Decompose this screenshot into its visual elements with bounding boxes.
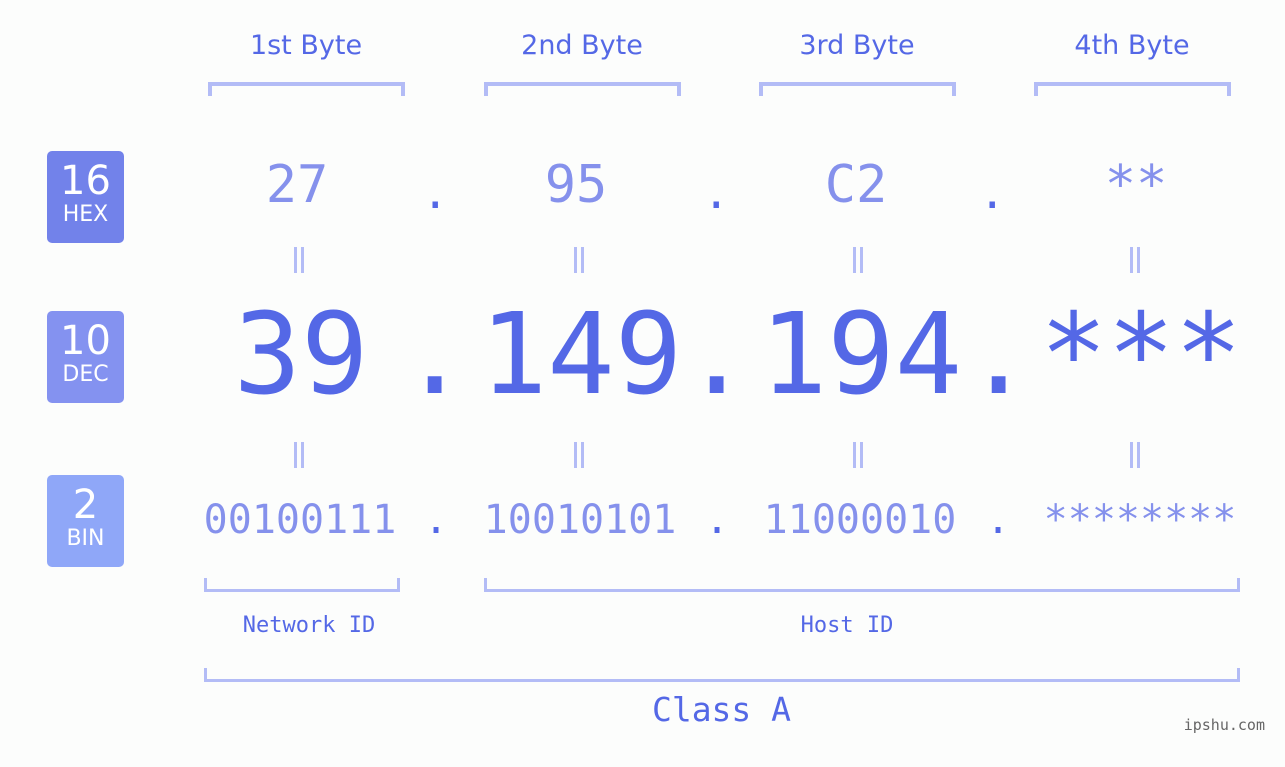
byte-header-1: 1st Byte <box>249 30 363 61</box>
network-id-label: Network ID <box>242 613 376 638</box>
hex-byte-2: 95 <box>544 155 608 215</box>
equals-icon <box>292 247 306 273</box>
bin-separator-2: . <box>705 497 730 543</box>
equals-icon <box>1128 442 1142 468</box>
bin-byte-3: 11000010 <box>763 497 957 543</box>
dec-label: DEC <box>62 362 109 387</box>
host-bracket <box>484 578 1240 592</box>
equals-icon <box>1128 247 1142 273</box>
bin-separator-3: . <box>986 497 1011 543</box>
byte-header-3: 3rd Byte <box>799 30 915 61</box>
equals-icon <box>572 442 586 468</box>
hex-byte-4: ** <box>1104 155 1168 215</box>
byte-bracket-1 <box>208 82 405 96</box>
dec-byte-1: 39 <box>233 290 369 420</box>
byte-header-2: 2nd Byte <box>521 30 643 61</box>
hex-base: 16 <box>60 158 111 204</box>
dec-separator-3: . <box>965 290 1033 420</box>
byte-bracket-2 <box>484 82 681 96</box>
bin-byte-4: ******** <box>1043 497 1237 543</box>
dec-byte-4: *** <box>1039 290 1243 420</box>
dec-byte-3: 194 <box>759 290 963 420</box>
network-bracket <box>204 578 400 592</box>
dec-separator-1: . <box>401 290 469 420</box>
equals-icon <box>292 442 306 468</box>
watermark: ipshu.com <box>1183 716 1265 734</box>
dec-byte-2: 149 <box>479 290 683 420</box>
dec-base: 10 <box>60 318 111 364</box>
hex-byte-1: 27 <box>265 155 329 215</box>
equals-icon <box>572 247 586 273</box>
hex-separator-3: . <box>979 168 1006 219</box>
bin-separator-1: . <box>424 497 449 543</box>
dec-badge: 10 DEC <box>47 311 124 403</box>
byte-bracket-4 <box>1034 82 1231 96</box>
host-id-label: Host ID <box>800 613 894 638</box>
bin-base: 2 <box>72 482 99 528</box>
bin-badge: 2 BIN <box>47 475 124 567</box>
class-bracket <box>204 668 1240 682</box>
hex-separator-2: . <box>703 168 730 219</box>
hex-byte-3: C2 <box>824 155 888 215</box>
byte-header-4: 4th Byte <box>1074 30 1190 61</box>
class-label: Class A <box>651 690 792 729</box>
hex-label: HEX <box>62 202 109 227</box>
byte-bracket-3 <box>759 82 956 96</box>
dec-separator-2: . <box>683 290 751 420</box>
equals-icon <box>851 442 865 468</box>
equals-icon <box>851 247 865 273</box>
bin-byte-2: 10010101 <box>483 497 677 543</box>
hex-badge: 16 HEX <box>47 151 124 243</box>
bin-byte-1: 00100111 <box>203 497 397 543</box>
hex-separator-1: . <box>422 168 449 219</box>
bin-label: BIN <box>66 526 105 551</box>
